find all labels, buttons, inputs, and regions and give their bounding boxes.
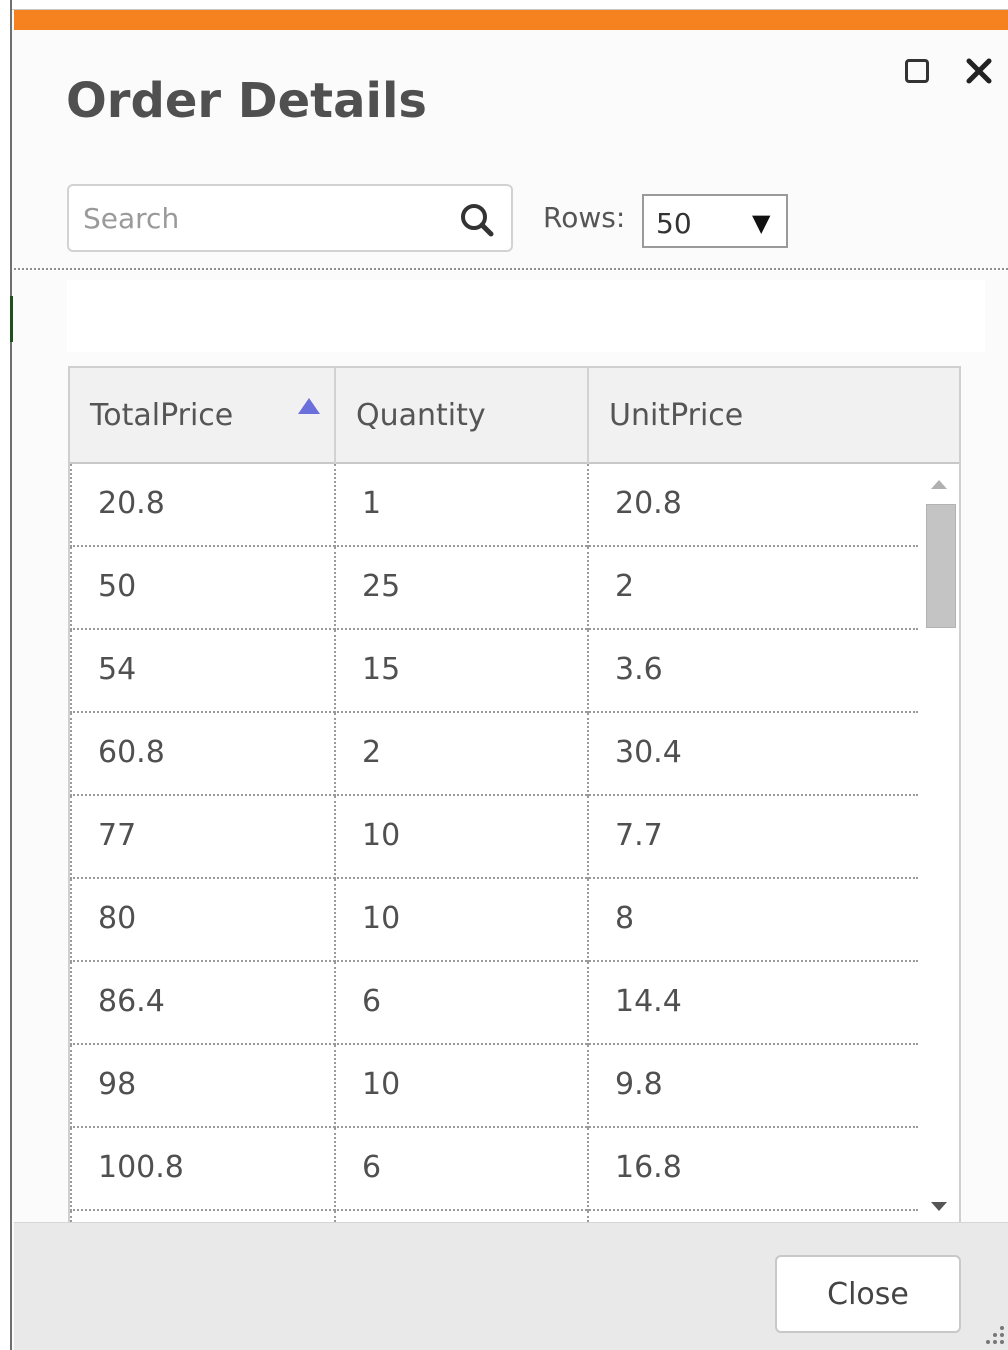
cell-totalprice: 100.8	[70, 1128, 336, 1211]
table-row[interactable]: 100.8 6 16.8	[70, 1128, 918, 1211]
close-button[interactable]: Close	[775, 1255, 961, 1333]
cell-unitprice: 8	[615, 901, 635, 936]
table-row[interactable]: 20.8 1 20.8	[70, 464, 918, 547]
close-dialog-button[interactable]	[960, 52, 998, 90]
table-row[interactable]: 80 10 8	[70, 879, 918, 962]
toolbar-divider	[14, 268, 1008, 270]
rows-per-page-select[interactable]: 50 ▼	[642, 194, 788, 248]
cell-totalprice: 98	[70, 1045, 336, 1128]
cell-unitprice: 2	[615, 569, 635, 604]
cell-totalprice: 86.4	[70, 962, 336, 1045]
column-header-label: UnitPrice	[609, 398, 744, 433]
grid-body: 20.8 1 20.8 50 25 2 54 15 3.6 60.8 2 30.…	[70, 464, 918, 1224]
table-row[interactable]: 50 25 2	[70, 547, 918, 630]
cell-unitprice: 7.7	[615, 818, 663, 853]
rows-label: Rows:	[543, 201, 626, 234]
cell-quantity: 15	[336, 630, 589, 713]
cell-quantity: 2	[336, 713, 589, 796]
sort-ascending-icon	[298, 398, 320, 414]
resize-grip-icon[interactable]	[982, 1322, 1006, 1348]
search-icon[interactable]	[457, 200, 497, 240]
search-input[interactable]	[83, 196, 443, 240]
cell-totalprice: 20.8	[70, 464, 336, 547]
column-header-label: Quantity	[356, 398, 486, 433]
grid-top-spacer	[67, 280, 985, 352]
scroll-down-arrow-icon[interactable]	[931, 1202, 947, 1211]
cell-quantity: 6	[336, 962, 589, 1045]
close-icon	[966, 58, 992, 84]
scroll-up-arrow-icon[interactable]	[931, 480, 947, 489]
table-row[interactable]: 60.8 2 30.4	[70, 713, 918, 796]
order-details-dialog: Order Details Rows: 50 ▼ TotalPrice Quan…	[0, 0, 1008, 1350]
background-edge-marker	[10, 296, 13, 342]
background-edge	[0, 0, 12, 1350]
background-strip	[12, 0, 1008, 10]
column-header-label: TotalPrice	[90, 398, 234, 433]
cell-totalprice: 50	[70, 547, 336, 630]
cell-quantity: 1	[336, 464, 589, 547]
cell-totalprice: 54	[70, 630, 336, 713]
cell-totalprice: 77	[70, 796, 336, 879]
cell-unitprice: 3.6	[615, 652, 663, 687]
cell-unitprice: 9.8	[615, 1067, 663, 1102]
column-header-quantity[interactable]: Quantity	[336, 368, 589, 464]
scrollbar-thumb[interactable]	[926, 504, 956, 628]
cell-unitprice: 16.8	[615, 1150, 682, 1185]
grid-header: TotalPrice Quantity UnitPrice	[70, 368, 959, 464]
dialog-accent-bar	[14, 10, 1008, 30]
dialog-title: Order Details	[66, 73, 427, 129]
column-header-totalprice[interactable]: TotalPrice	[70, 368, 336, 464]
cell-quantity: 6	[336, 1128, 589, 1211]
table-row[interactable]: 98 10 9.8	[70, 1045, 918, 1128]
vertical-scrollbar[interactable]	[922, 464, 959, 1224]
cell-unitprice: 30.4	[615, 735, 682, 770]
cell-quantity: 25	[336, 547, 589, 630]
cell-totalprice: 80	[70, 879, 336, 962]
order-details-grid: TotalPrice Quantity UnitPrice 20.8 1 20.…	[68, 366, 961, 1226]
column-header-unitprice[interactable]: UnitPrice	[589, 368, 959, 464]
cell-quantity: 10	[336, 879, 589, 962]
cell-unitprice: 14.4	[615, 984, 682, 1019]
cell-unitprice: 20.8	[615, 486, 682, 521]
table-row[interactable]: 77 10 7.7	[70, 796, 918, 879]
table-row[interactable]: 54 15 3.6	[70, 630, 918, 713]
cell-totalprice: 60.8	[70, 713, 336, 796]
search-box	[67, 184, 513, 252]
table-row[interactable]: 86.4 6 14.4	[70, 962, 918, 1045]
cell-quantity: 10	[336, 1045, 589, 1128]
maximize-icon	[905, 59, 929, 83]
dropdown-caret-icon: ▼	[752, 209, 771, 237]
rows-select-value: 50	[656, 207, 692, 240]
maximize-button[interactable]	[898, 52, 936, 90]
cell-quantity: 10	[336, 796, 589, 879]
